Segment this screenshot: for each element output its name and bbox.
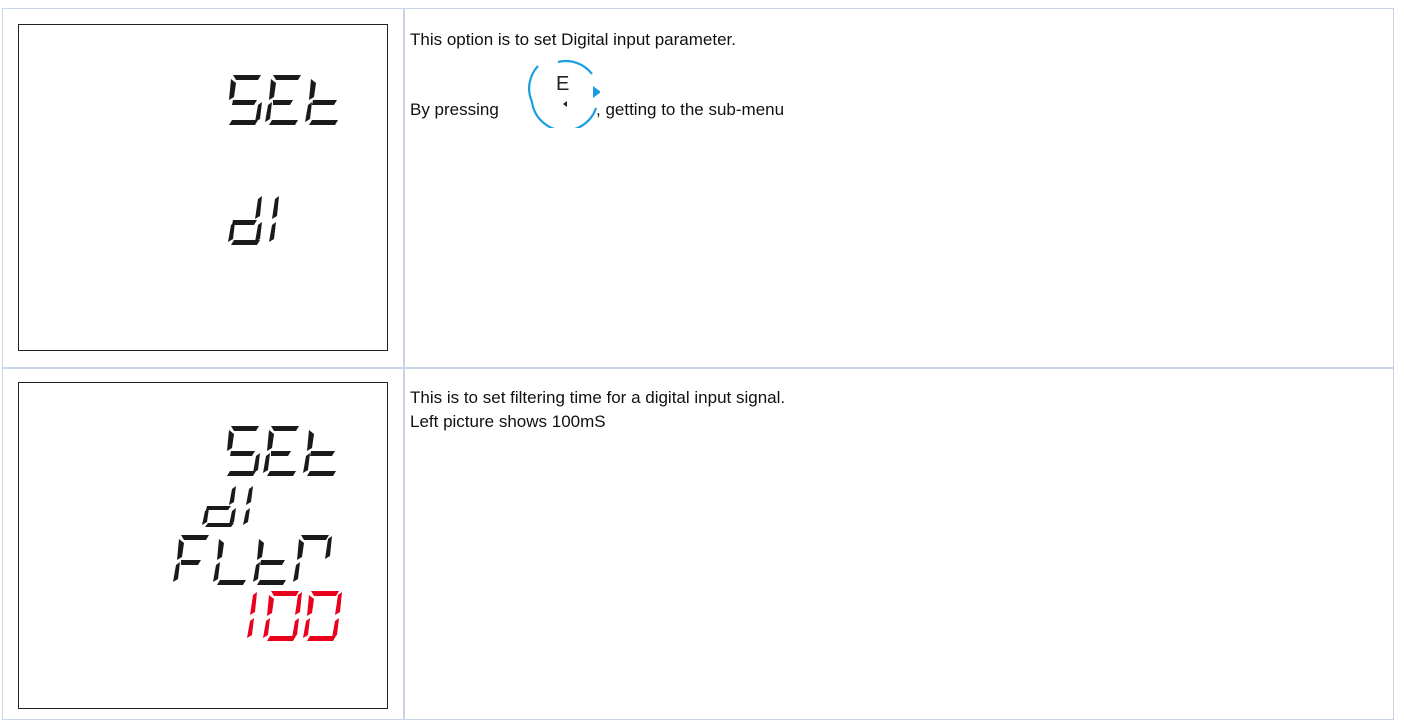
row2-description: This is to set filtering time for a digi… xyxy=(410,386,785,434)
lcd-line-set xyxy=(228,75,338,245)
row2-text-line2: Left picture shows 100mS xyxy=(410,412,606,431)
enter-button-label: E xyxy=(556,73,569,95)
row2-text-line1: This is to set filtering time for a digi… xyxy=(410,388,786,407)
lcd-value-100 xyxy=(247,591,342,641)
row1-text-line1: This option is to set Digital input para… xyxy=(410,30,736,49)
row-divider xyxy=(3,367,1393,369)
row1-description: This option is to set Digital input para… xyxy=(410,28,736,52)
lcd-display-row1 xyxy=(18,24,388,351)
enter-button-icon: E xyxy=(528,60,600,128)
row1-text-after: , getting to the sub-menu xyxy=(596,100,785,119)
lcd-display-row2 xyxy=(18,382,388,709)
row1-text-before: By pressing xyxy=(410,100,499,119)
column-divider xyxy=(403,9,405,719)
